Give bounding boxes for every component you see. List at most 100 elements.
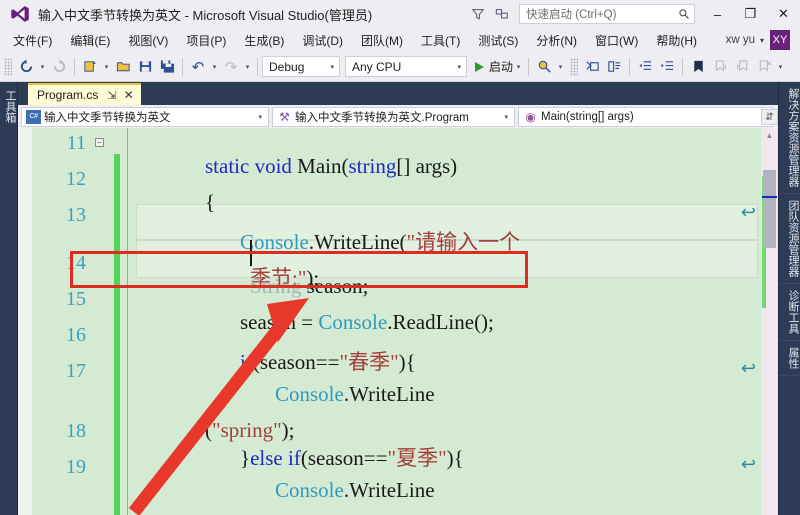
uncomment-selection-icon[interactable] [603, 56, 625, 78]
line-number: 11 [66, 132, 86, 154]
start-debug-caret[interactable]: ▾ [513, 56, 524, 78]
solution-platform-combo[interactable]: Any CPU ▾ [345, 56, 467, 77]
undo-caret[interactable]: ▾ [209, 56, 220, 78]
menu-item-analyze[interactable]: 分析(N) [527, 29, 586, 51]
editor-vertical-scrollbar[interactable]: ▲ [761, 128, 778, 515]
scrollbar-thumb[interactable] [763, 170, 776, 248]
toolbar-grip-2[interactable] [570, 57, 579, 76]
menu-item-test[interactable]: 测试(S) [469, 29, 527, 51]
chevron-down-icon: ▾ [457, 63, 461, 71]
toggle-bookmark-icon[interactable] [687, 56, 709, 78]
dock-tab-diagnostic-tools[interactable]: 诊断工具 [779, 284, 800, 341]
close-icon[interactable]: ✕ [124, 88, 134, 102]
save-button[interactable] [134, 56, 156, 78]
editor-split-handle[interactable]: ⇵ [761, 109, 778, 125]
scrollbar-caret-marker [762, 196, 777, 198]
comment-selection-icon[interactable] [581, 56, 603, 78]
toolbar-grip[interactable] [4, 57, 12, 76]
dock-tab-toolbox[interactable]: 工具箱 [0, 86, 18, 127]
start-debug-icon[interactable] [475, 61, 484, 72]
line-number: 18 [66, 420, 86, 442]
csharp-project-icon: C# [26, 109, 41, 124]
toolbar-separator-6 [682, 57, 684, 76]
line-number: 15 [66, 288, 86, 310]
close-button[interactable]: ✕ [767, 0, 800, 28]
toolbar-separator [74, 57, 75, 76]
document-tab-program-cs[interactable]: Program.cs ⇲ ✕ [28, 83, 141, 105]
dock-tab-solution-explorer[interactable]: 解决方案资源管理器 [779, 82, 800, 194]
navigate-forward-button[interactable] [48, 56, 70, 78]
menu-item-help[interactable]: 帮助(H) [647, 29, 706, 51]
navigate-backward-button[interactable] [15, 56, 37, 78]
chevron-down-icon: ▾ [258, 113, 262, 121]
project-combo[interactable]: C# 输入中文季节转换为英文 ▾ [21, 106, 269, 127]
menu-bar: 文件(F) 编辑(E) 视图(V) 项目(P) 生成(B) 调试(D) 团队(M… [0, 28, 800, 52]
code-editor-surface[interactable]: − 11 12 13 14 15 16 17 18 19 static void… [18, 128, 778, 515]
notifications-icon[interactable] [491, 3, 513, 25]
find-icon[interactable] [533, 56, 555, 78]
chevron-down-icon: ▾ [330, 63, 334, 71]
dock-tab-properties[interactable]: 属性 [779, 341, 800, 376]
dock-tab-team-explorer[interactable]: 团队资源管理器 [779, 194, 800, 284]
clear-bookmarks-icon[interactable] [753, 56, 775, 78]
type-combo[interactable]: ⚒ 输入中文季节转换为英文.Program ▾ [272, 106, 515, 127]
open-file-button[interactable] [112, 56, 134, 78]
member-combo-value: Main(string[] args) [541, 110, 634, 123]
standard-toolbar: ▾ ▾ ↶ ▾ ↷ ▾ Debug ▾ Any CPU ▾ 启动 ▾ ▾ ▾ [0, 52, 800, 82]
next-bookmark-icon[interactable] [731, 56, 753, 78]
menu-item-view[interactable]: 视图(V) [119, 29, 177, 51]
new-project-button[interactable] [79, 56, 101, 78]
start-debug-label[interactable]: 启动 [489, 58, 513, 75]
account-name[interactable]: xw yu [726, 34, 755, 46]
code-token: void [254, 154, 298, 178]
left-tool-dock: 工具箱 [0, 82, 18, 515]
unsaved-change-bar [114, 154, 120, 515]
quick-launch-input[interactable]: 快速启动 (Ctrl+Q) [519, 4, 695, 24]
code-token: ){ [446, 446, 464, 470]
toolbar-overflow-caret[interactable]: ▾ [775, 56, 786, 78]
project-combo-value: 输入中文季节转换为英文 [44, 111, 171, 124]
redo-button[interactable]: ↷ [220, 56, 242, 78]
find-caret[interactable]: ▾ [555, 56, 566, 78]
scroll-up-arrow-icon[interactable]: ▲ [761, 128, 778, 143]
right-tool-dock: 解决方案资源管理器 团队资源管理器 诊断工具 属性 [778, 82, 800, 515]
code-token: .WriteLine [343, 478, 435, 502]
line-number: 17 [66, 360, 86, 382]
code-token: string [348, 154, 397, 178]
indicator-margin[interactable] [18, 128, 32, 515]
word-wrap-arrow-icon: ↩ [740, 202, 756, 222]
editor-shell: Program.cs ⇲ ✕ C# 输入中文季节转换为英文 ▾ ⚒ 输入中文季节… [18, 82, 778, 515]
navigate-backward-caret[interactable]: ▾ [37, 56, 48, 78]
solution-configuration-combo[interactable]: Debug ▾ [262, 56, 340, 77]
collapse-outline-toggle[interactable]: − [95, 138, 104, 147]
code-token: "请输入一个 [406, 230, 521, 254]
menu-item-edit[interactable]: 编辑(E) [61, 29, 119, 51]
document-tab-strip: Program.cs ⇲ ✕ [18, 82, 778, 105]
code-token: [] args) [396, 154, 458, 178]
menu-item-build[interactable]: 生成(B) [235, 29, 293, 51]
increase-indent-icon[interactable] [656, 56, 678, 78]
feedback-icon[interactable] [467, 3, 489, 25]
menu-item-team[interactable]: 团队(M) [352, 29, 412, 51]
save-all-button[interactable] [156, 56, 178, 78]
decrease-indent-icon[interactable] [634, 56, 656, 78]
menu-item-file[interactable]: 文件(F) [4, 29, 61, 51]
pin-icon[interactable]: ⇲ [107, 89, 116, 102]
new-project-caret[interactable]: ▾ [101, 56, 112, 78]
toolbar-separator-5 [629, 57, 631, 76]
code-navigation-bar: C# 输入中文季节转换为英文 ▾ ⚒ 输入中文季节转换为英文.Program ▾… [18, 105, 778, 128]
avatar[interactable]: XY [770, 30, 790, 50]
undo-button[interactable]: ↶ [187, 56, 209, 78]
maximize-button[interactable]: ❐ [734, 0, 767, 28]
menu-item-window[interactable]: 窗口(W) [586, 29, 647, 51]
menu-item-debug[interactable]: 调试(D) [293, 29, 352, 51]
chevron-down-icon[interactable]: ▾ [760, 36, 764, 45]
menu-item-tools[interactable]: 工具(T) [412, 29, 469, 51]
menu-item-project[interactable]: 项目(P) [177, 29, 235, 51]
member-combo[interactable]: ◉ Main(string[] args) [518, 106, 773, 127]
minimize-button[interactable]: – [701, 0, 734, 28]
redo-caret[interactable]: ▾ [242, 56, 253, 78]
toolbar-separator-2 [182, 57, 183, 76]
word-wrap-arrow-icon: ↩ [740, 358, 756, 378]
previous-bookmark-icon[interactable] [709, 56, 731, 78]
